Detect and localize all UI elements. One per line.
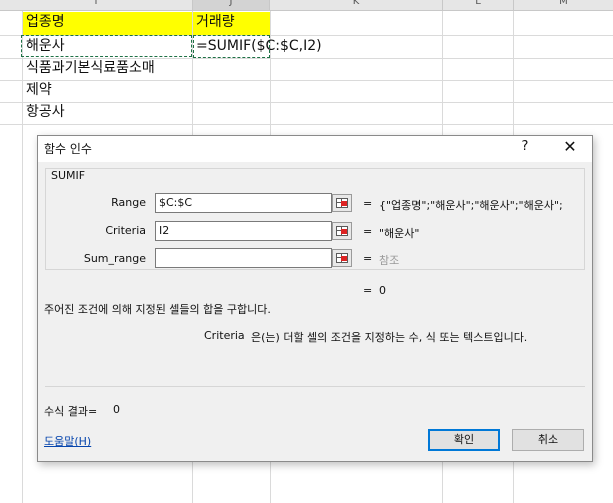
reference-marker-icon: [341, 229, 347, 234]
argument-description: 은(는) 더할 셀의 조건을 지정하는 수, 식 또는 텍스트입니다.: [251, 331, 528, 344]
sum-range-result: 참조: [379, 254, 400, 267]
dialog-title: 함수 인수: [44, 142, 92, 156]
sum-range-equals: =: [363, 252, 373, 265]
column-letter-l: L: [475, 0, 481, 7]
function-result-value: 0: [379, 284, 386, 297]
header-cell-industry[interactable]: 업종명: [26, 12, 65, 33]
formula-result-label: 수식 결과=: [44, 405, 98, 418]
cell-i5[interactable]: 항공사: [26, 102, 65, 123]
range-result: {"업종명";"해운사";"해운사";"해운사";: [379, 199, 563, 212]
column-header-j[interactable]: J: [193, 0, 270, 11]
criteria-equals: =: [363, 225, 373, 238]
criteria-label: Criteria: [105, 224, 146, 237]
range-label: Range: [111, 196, 146, 209]
gridline: [22, 11, 23, 503]
function-result-equals: =: [363, 284, 373, 297]
formula-result-value: 0: [113, 403, 120, 416]
column-letter-m: M: [559, 0, 568, 7]
gridline: [0, 124, 613, 125]
column-letter-k: K: [352, 0, 360, 7]
criteria-input[interactable]: I2: [155, 221, 332, 241]
close-icon[interactable]: ✕: [561, 137, 579, 156]
range-input[interactable]: $C:$C: [155, 193, 332, 213]
reference-marker-icon: [341, 256, 347, 261]
column-letter-i: I: [94, 0, 98, 7]
ok-button[interactable]: 확인: [428, 429, 500, 451]
header-cell-volume[interactable]: 거래량: [196, 12, 235, 33]
gridline: [0, 80, 613, 81]
column-header-k[interactable]: K: [270, 0, 443, 11]
cell-i2[interactable]: 해운사: [26, 36, 65, 57]
sum-range-collapse-button[interactable]: [332, 249, 352, 267]
help-link[interactable]: 도움말(H): [44, 433, 91, 449]
range-collapse-button[interactable]: [332, 194, 352, 212]
dialog-titlebar[interactable]: 함수 인수 ? ✕: [38, 136, 592, 162]
range-equals: =: [363, 197, 373, 210]
divider: [45, 386, 585, 387]
criteria-result: "해운사": [379, 227, 420, 240]
formula-cell-j2[interactable]: =SUMIF($C:$C,I2): [196, 36, 322, 57]
sum-range-input[interactable]: [155, 248, 332, 268]
function-arguments-dialog: 함수 인수 ? ✕ SUMIF Range $C:$C = {"업종명";"해운…: [37, 135, 593, 462]
help-icon[interactable]: ?: [518, 139, 532, 154]
reference-marker-icon: [341, 201, 347, 206]
sum-range-label: Sum_range: [83, 252, 146, 265]
column-header-m[interactable]: M: [514, 0, 613, 11]
column-letter-j: J: [229, 0, 233, 7]
cancel-button[interactable]: 취소: [512, 429, 584, 451]
cell-i4[interactable]: 제약: [26, 80, 52, 101]
column-header-i[interactable]: I: [0, 0, 193, 11]
criteria-collapse-button[interactable]: [332, 222, 352, 240]
argument-name: Criteria: [204, 329, 245, 342]
gridline: [0, 102, 613, 103]
column-header-l[interactable]: L: [443, 0, 514, 11]
cell-i3[interactable]: 식품과기본식료품소매: [26, 58, 155, 79]
function-description: 주어진 조건에 의해 지정된 셀들의 합을 구합니다.: [44, 303, 271, 316]
function-name-label: SUMIF: [50, 169, 87, 182]
